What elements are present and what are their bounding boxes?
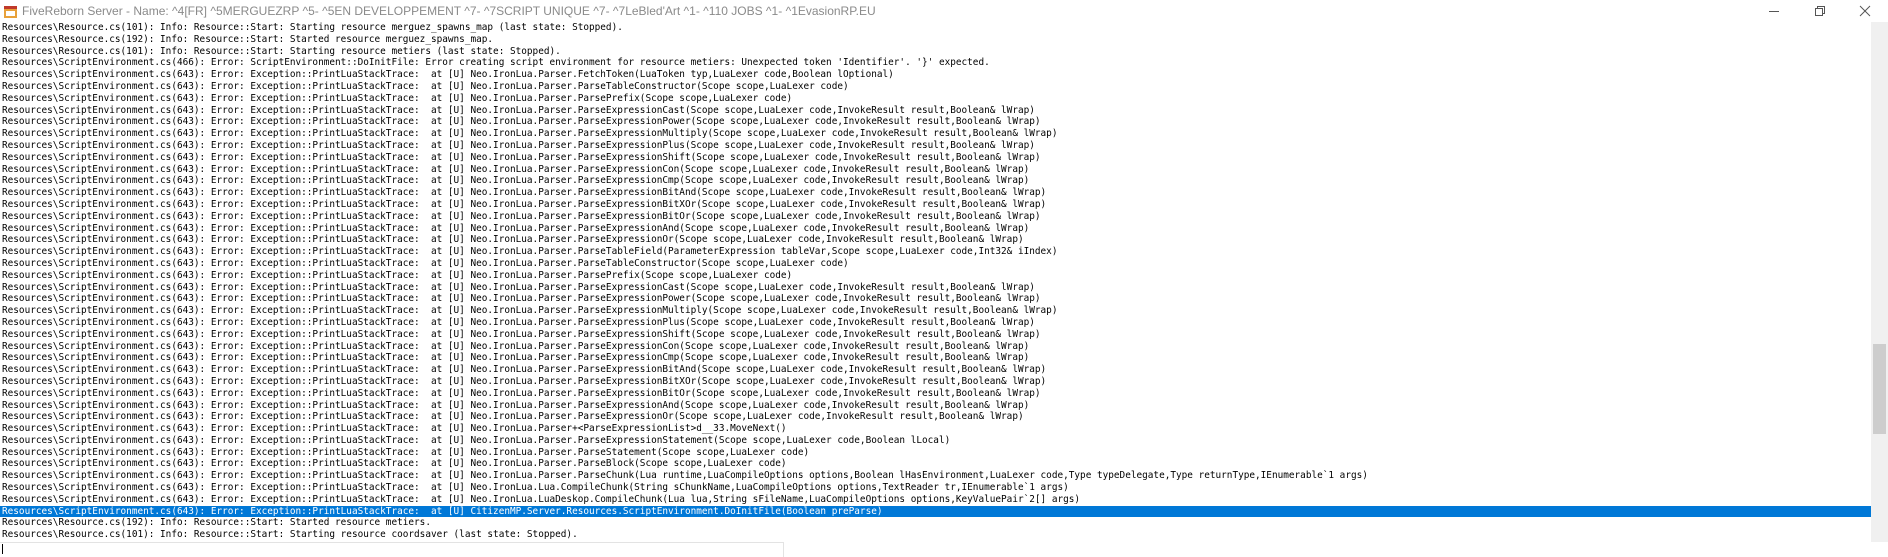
log-line[interactable]: Resources\ScriptEnvironment.cs(643): Err…: [0, 482, 1871, 494]
restore-icon: [1815, 6, 1825, 16]
log-line[interactable]: Resources\ScriptEnvironment.cs(643): Err…: [0, 470, 1871, 482]
window-title: FiveReborn Server - Name: ^4[FR] ^5MERGU…: [22, 4, 876, 18]
log-line[interactable]: Resources\ScriptEnvironment.cs(643): Err…: [0, 223, 1871, 235]
log-line[interactable]: Resources\ScriptEnvironment.cs(643): Err…: [0, 199, 1871, 211]
log-line[interactable]: Resources\ScriptEnvironment.cs(643): Err…: [0, 435, 1871, 447]
log-line[interactable]: Resources\ScriptEnvironment.cs(643): Err…: [0, 69, 1871, 81]
log-line[interactable]: Resources\ScriptEnvironment.cs(643): Err…: [0, 293, 1871, 305]
application-icon: [4, 5, 17, 18]
log-line[interactable]: Resources\ScriptEnvironment.cs(643): Err…: [0, 305, 1871, 317]
console-log-list[interactable]: Resources\Resource.cs(101): Info: Resour…: [0, 22, 1871, 542]
log-line[interactable]: Resources\Resource.cs(101): Info: Resour…: [0, 529, 1871, 541]
server-console-window: FiveReborn Server - Name: ^4[FR] ^5MERGU…: [0, 0, 1888, 557]
log-line[interactable]: Resources\ScriptEnvironment.cs(643): Err…: [0, 270, 1871, 282]
log-line[interactable]: Resources\ScriptEnvironment.cs(643): Err…: [0, 105, 1871, 117]
vertical-scrollbar[interactable]: [1871, 22, 1888, 542]
minimize-icon: [1769, 11, 1779, 12]
restore-button[interactable]: [1797, 0, 1843, 22]
log-line[interactable]: Resources\ScriptEnvironment.cs(643): Err…: [0, 447, 1871, 459]
minimize-button[interactable]: [1751, 0, 1797, 22]
log-line[interactable]: Resources\ScriptEnvironment.cs(643): Err…: [0, 211, 1871, 223]
log-line[interactable]: Resources\ScriptEnvironment.cs(643): Err…: [0, 364, 1871, 376]
log-line[interactable]: Resources\ScriptEnvironment.cs(643): Err…: [0, 388, 1871, 400]
log-line[interactable]: Resources\ScriptEnvironment.cs(643): Err…: [0, 458, 1871, 470]
log-line[interactable]: Resources\ScriptEnvironment.cs(643): Err…: [0, 317, 1871, 329]
command-input[interactable]: [0, 542, 784, 557]
log-line[interactable]: Resources\ScriptEnvironment.cs(643): Err…: [0, 341, 1871, 353]
log-line[interactable]: Resources\Resource.cs(192): Info: Resour…: [0, 34, 1871, 46]
log-line[interactable]: Resources\ScriptEnvironment.cs(643): Err…: [0, 376, 1871, 388]
log-line[interactable]: Resources\ScriptEnvironment.cs(643): Err…: [0, 128, 1871, 140]
log-line[interactable]: Resources\ScriptEnvironment.cs(643): Err…: [0, 400, 1871, 412]
log-line-selected[interactable]: Resources\ScriptEnvironment.cs(643): Err…: [0, 505, 1871, 518]
log-line[interactable]: Resources\ScriptEnvironment.cs(643): Err…: [0, 164, 1871, 176]
close-icon: [1859, 5, 1871, 17]
log-line[interactable]: Resources\ScriptEnvironment.cs(643): Err…: [0, 494, 1871, 506]
log-line[interactable]: Resources\ScriptEnvironment.cs(643): Err…: [0, 282, 1871, 294]
log-line[interactable]: Resources\ScriptEnvironment.cs(643): Err…: [0, 116, 1871, 128]
scrollbar-thumb[interactable]: [1873, 344, 1886, 434]
log-line[interactable]: Resources\ScriptEnvironment.cs(643): Err…: [0, 234, 1871, 246]
log-line[interactable]: Resources\ScriptEnvironment.cs(643): Err…: [0, 329, 1871, 341]
log-line[interactable]: Resources\ScriptEnvironment.cs(643): Err…: [0, 175, 1871, 187]
close-button[interactable]: [1842, 0, 1888, 22]
log-line[interactable]: Resources\ScriptEnvironment.cs(643): Err…: [0, 411, 1871, 423]
log-line[interactable]: Resources\ScriptEnvironment.cs(643): Err…: [0, 93, 1871, 105]
log-line[interactable]: Resources\Resource.cs(192): Info: Resour…: [0, 517, 1871, 529]
log-line[interactable]: Resources\Resource.cs(101): Info: Resour…: [0, 46, 1871, 58]
log-line[interactable]: Resources\ScriptEnvironment.cs(466): Err…: [0, 57, 1871, 69]
title-bar[interactable]: FiveReborn Server - Name: ^4[FR] ^5MERGU…: [0, 0, 1888, 22]
log-line[interactable]: Resources\ScriptEnvironment.cs(643): Err…: [0, 187, 1871, 199]
command-input-area: [0, 542, 1888, 557]
log-line[interactable]: Resources\ScriptEnvironment.cs(643): Err…: [0, 423, 1871, 435]
log-line[interactable]: Resources\ScriptEnvironment.cs(643): Err…: [0, 246, 1871, 258]
log-line[interactable]: Resources\ScriptEnvironment.cs(643): Err…: [0, 352, 1871, 364]
text-caret: [2, 544, 3, 554]
log-line[interactable]: Resources\Resource.cs(101): Info: Resour…: [0, 22, 1871, 34]
log-line[interactable]: Resources\ScriptEnvironment.cs(643): Err…: [0, 258, 1871, 270]
log-line[interactable]: Resources\ScriptEnvironment.cs(643): Err…: [0, 140, 1871, 152]
log-line[interactable]: Resources\ScriptEnvironment.cs(643): Err…: [0, 81, 1871, 93]
log-line[interactable]: Resources\ScriptEnvironment.cs(643): Err…: [0, 152, 1871, 164]
